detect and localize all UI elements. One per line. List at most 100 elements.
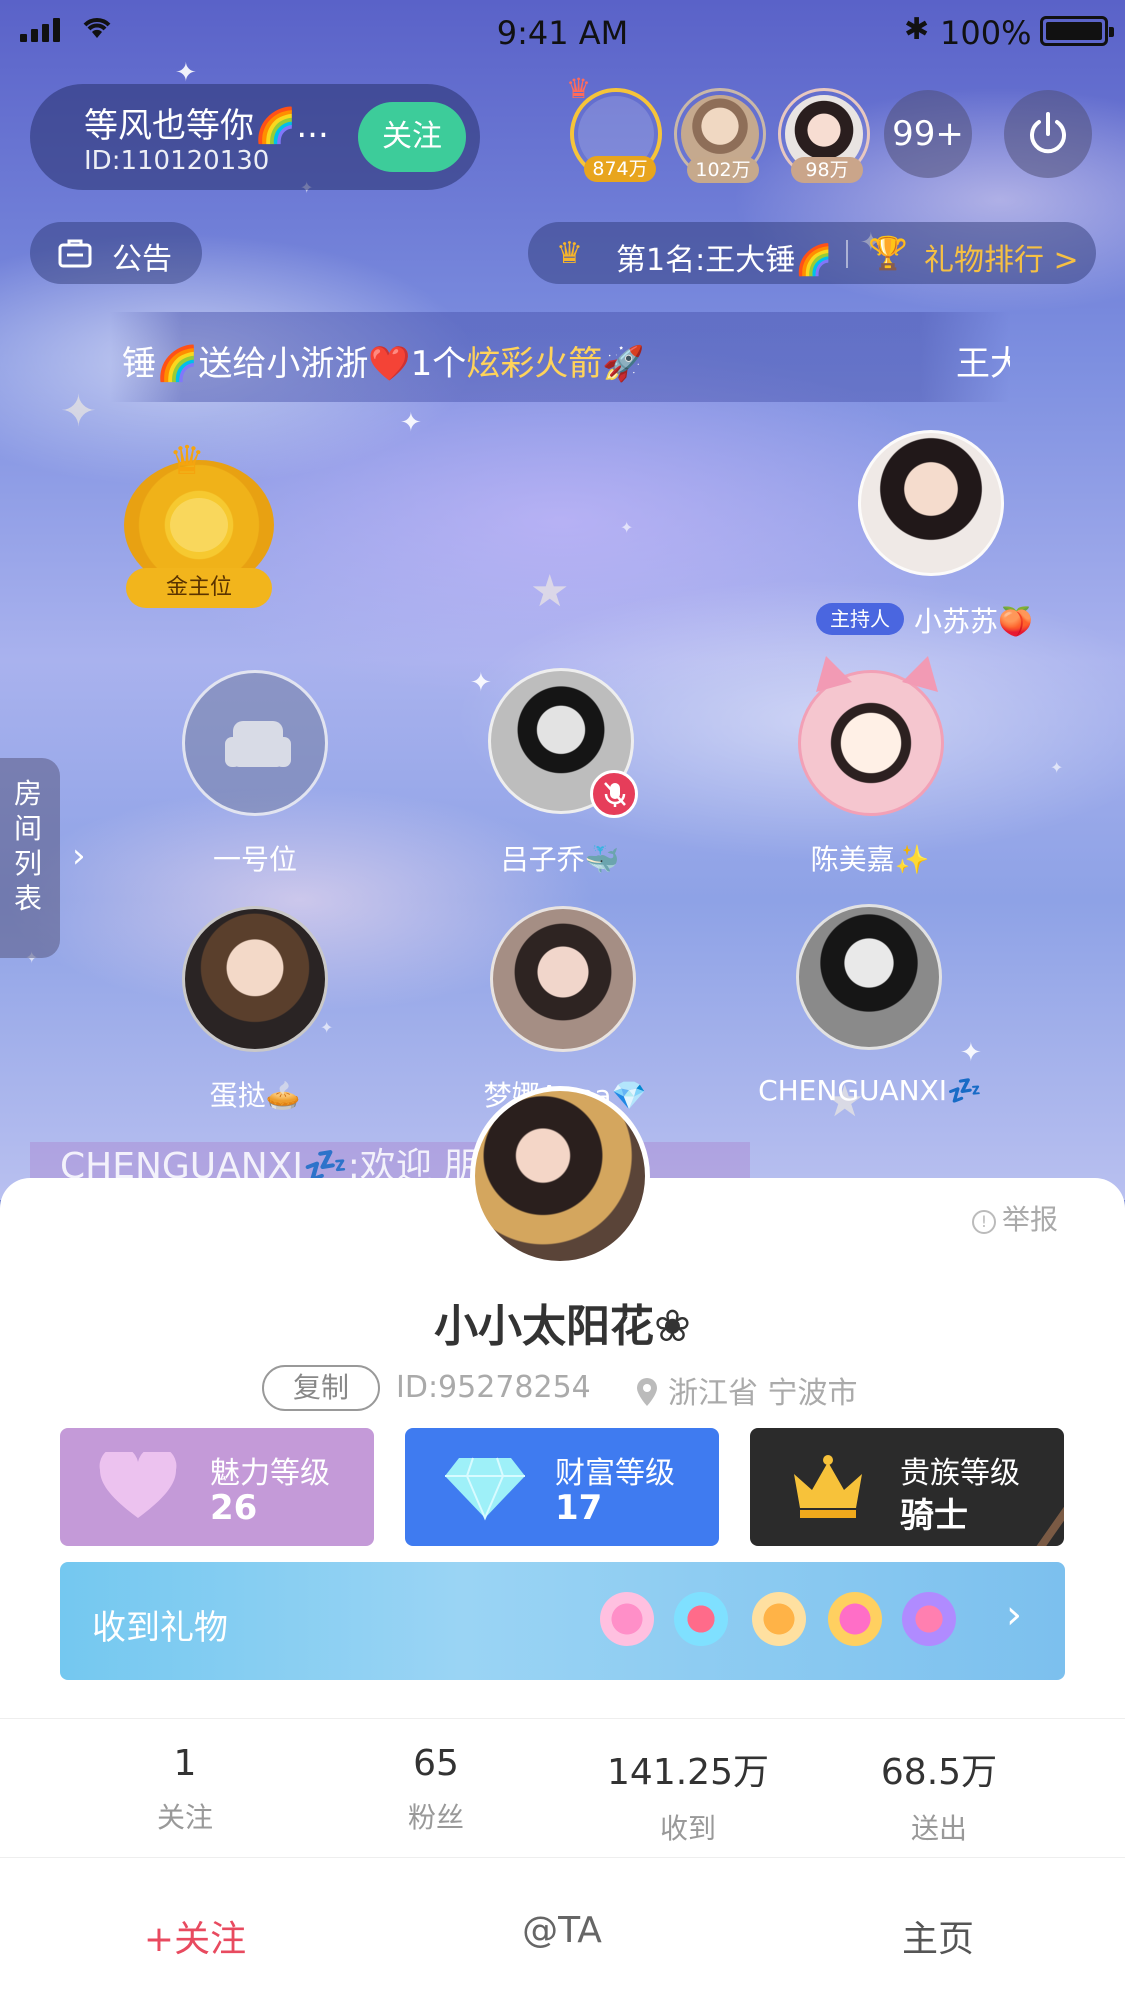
rank-value: 102万 [687,157,759,183]
seat-1-name: 一号位 [212,843,297,876]
stat-label: 关注 [156,1801,213,1834]
crown-icon: ♛ [556,236,583,271]
online-count-button[interactable]: 99+ [884,90,972,178]
chevron-right-icon[interactable]: › [72,836,86,876]
status-bar: 9:41 AM ✱ 100% [0,0,1125,64]
sparkle-icon: ✦ [620,518,634,537]
room-host-id: ID:110120130 [84,146,270,176]
stat-value: 1 [173,1743,197,1784]
rank-value: 98万 [791,157,863,183]
report-label: 举报 [1002,1203,1059,1236]
seat-4-avatar[interactable] [182,906,328,1052]
rocket-icon: 🚀 [602,344,645,384]
wealth-level-value: 17 [555,1488,603,1528]
crown-icon [794,1455,862,1518]
top-rank-2-avatar[interactable]: 102万 [674,88,766,183]
host-seat-name: 小苏苏🍑 [914,605,1033,638]
lollipop-gift-icon [674,1592,728,1646]
charm-level-value: 26 [210,1488,258,1528]
received-gifts-label: 收到礼物 [92,1608,228,1648]
seat-4-name: 蛋挞🥧 [209,1079,301,1112]
sparkle-icon: ✦ [320,1018,334,1037]
received-gifts-bar[interactable]: 收到礼物 › [60,1562,1065,1680]
star-icon: ★ [530,566,570,617]
noble-level-card[interactable]: 贵族等级 骑士 [750,1428,1064,1546]
battery-icon [1040,16,1114,46]
profile-action-bar: +关注 @TA 主页 [0,1860,1125,2001]
top-rank-1-avatar[interactable]: ♛ 874万 [566,72,662,182]
room-host-card[interactable]: 等风也等你🌈... ID:110120130 关注 [30,84,480,190]
exit-room-button[interactable] [1004,90,1092,178]
seat-5-avatar[interactable] [490,906,636,1052]
broadcast-text: 锤🌈送给小浙浙❤️1个炫彩火箭🚀 [122,336,645,385]
location-text: 浙江省 宁波市 [668,1376,858,1411]
wealth-level-title: 财富等级 [555,1456,675,1491]
gift-ranking-bar[interactable]: ♛ 第1名:王大锤🌈 🏆 礼物排行 > [528,222,1096,284]
announcement-button[interactable]: 公告 [30,222,202,284]
profile-id: ID:95278254 [396,1370,591,1405]
room-list-tab[interactable]: 房间列表 [0,758,60,958]
briefcase-icon [58,239,92,268]
report-button[interactable]: ! 举报 [972,1198,1058,1238]
crystal-ball-gift-icon [902,1592,956,1646]
user-homepage-button[interactable]: 主页 [813,1910,1063,1962]
follow-user-button[interactable]: +关注 [70,1910,320,1962]
host-badge: 主持人 [816,603,904,635]
seat-1-empty[interactable] [182,670,328,816]
beer-gift-icon [752,1592,806,1646]
announcement-label: 公告 [112,242,172,277]
gift-ranking-link[interactable]: 礼物排行 > [924,235,1079,279]
stat-sent[interactable]: 68.5万 送出 [814,1743,1064,1847]
host-seat-avatar[interactable] [858,430,1004,576]
sparkle-icon: ✦ [400,408,422,438]
copy-id-button[interactable]: 复制 [262,1365,380,1411]
battery-percent: 100% [940,14,1032,52]
candy-gift-icon [600,1592,654,1646]
stat-label: 粉丝 [407,1801,464,1834]
broadcast-text-pre: 锤🌈送给小浙浙❤️1个 [122,344,467,384]
chevron-right-icon: › [1006,1592,1022,1638]
rank-value: 874万 [584,156,656,182]
mention-user-button[interactable]: @TA [437,1910,687,1951]
mic-muted-badge [590,770,638,818]
crown-icon: ♛ [169,438,205,484]
bluetooth-icon: ✱ [904,12,930,47]
profile-location: 浙江省 宁波市 [636,1368,858,1412]
boss-seat[interactable]: ♛ 金主位 [124,438,274,610]
broadcast-gift-name: 炫彩火箭 [466,344,603,384]
profile-name: 小小太阳花❀ [434,1301,691,1352]
profile-avatar[interactable] [470,1086,650,1266]
info-icon: ! [972,1210,996,1234]
heart-icon [99,1452,177,1518]
boss-seat-label: 金主位 [126,568,272,608]
noble-level-value: 骑士 [900,1496,968,1536]
stat-label: 送出 [910,1812,967,1845]
heart-gift-icon [828,1592,882,1646]
location-pin-icon [637,1378,657,1406]
mic-off-icon [604,782,626,807]
charm-level-card[interactable]: 魅力等级 26 [60,1428,374,1546]
room-list-label: 房间列表 [14,777,43,915]
top-rank-3-avatar[interactable]: 98万 [778,88,870,183]
stat-following[interactable]: 1 关注 [60,1743,310,1836]
seat-3-name: 陈美嘉✨ [810,843,930,876]
stat-value: 68.5万 [880,1752,998,1793]
noble-level-title: 贵族等级 [900,1456,1020,1491]
stat-value: 141.25万 [607,1752,769,1793]
stat-received[interactable]: 141.25万 收到 [563,1743,813,1847]
seat-6-avatar[interactable] [796,904,942,1050]
wealth-level-card[interactable]: 财富等级 17 [405,1428,719,1546]
cat-ears-frame-icon [816,656,938,692]
charm-level-title: 魅力等级 [210,1456,330,1491]
diamond-icon [445,1457,525,1521]
trophy-icon: 🏆 [868,234,908,272]
sparkle-icon: ✦ [960,1038,982,1068]
stat-fans[interactable]: 65 粉丝 [311,1743,561,1836]
follow-room-button[interactable]: 关注 [358,102,466,172]
seat-6-name: CHENGUANXI💤 [758,1074,982,1107]
sparkle-icon: ✦ [470,668,492,698]
stat-label: 收到 [659,1812,716,1845]
sofa-icon [225,721,291,767]
gift-broadcast-marquee: 锤🌈送给小浙浙❤️1个炫彩火箭🚀 王大 [110,312,1010,402]
power-icon [1030,112,1066,154]
